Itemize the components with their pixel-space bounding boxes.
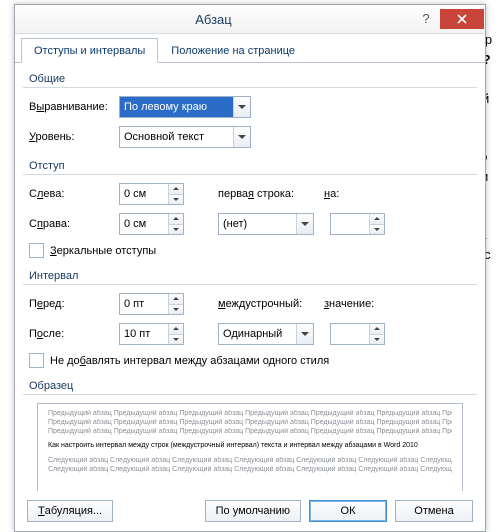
tabs: Отступы и интервалы Положение на страниц… <box>15 34 485 63</box>
mirror-indents-checkbox[interactable] <box>29 243 44 258</box>
tabs-button[interactable]: Табуляция... <box>27 500 113 522</box>
tab-indents[interactable]: Отступы и интервалы <box>21 38 158 63</box>
level-combo[interactable]: Основной текст <box>119 126 251 148</box>
tab-position[interactable]: Положение на странице <box>158 38 308 63</box>
indent-by-label: на: <box>324 188 394 200</box>
alignment-label: Выравнивание: <box>29 101 119 113</box>
alignment-combo[interactable]: По левому краю <box>119 96 251 118</box>
first-line-combo[interactable]: (нет) <box>218 213 314 235</box>
no-space-same-style-checkbox[interactable] <box>29 353 44 368</box>
indent-left-spin[interactable] <box>119 183 184 205</box>
mirror-indents-label: Зеркальные отступы <box>50 245 156 257</box>
group-spacing: Интервал <box>23 266 477 285</box>
spin-down-icon[interactable] <box>169 334 183 345</box>
spin-down-icon[interactable] <box>169 304 183 315</box>
indent-left-label: Слева: <box>29 188 119 200</box>
chevron-down-icon <box>233 97 250 117</box>
cancel-button[interactable]: Отмена <box>395 500 473 522</box>
spacing-at-label: значение: <box>324 298 394 310</box>
space-before-input[interactable] <box>120 294 168 314</box>
titlebar: Абзац ? <box>15 5 485 34</box>
spin-down-icon[interactable] <box>169 194 183 205</box>
help-button[interactable]: ? <box>412 9 440 29</box>
close-button[interactable] <box>440 9 484 29</box>
chevron-down-icon <box>233 127 250 147</box>
chevron-down-icon <box>296 214 313 234</box>
line-spacing-label: междустрочный: <box>218 298 308 310</box>
chevron-down-icon <box>296 324 313 344</box>
spin-down-icon[interactable] <box>370 224 384 235</box>
dialog-body: Общие Выравнивание: По левому краю Урове… <box>15 63 485 491</box>
spin-up-icon[interactable] <box>169 184 183 194</box>
ok-button[interactable]: ОК <box>309 500 387 522</box>
paragraph-dialog: Абзац ? Отступы и интервалы Положение на… <box>14 4 486 532</box>
spacing-at-input[interactable] <box>331 324 369 344</box>
spin-up-icon[interactable] <box>169 214 183 224</box>
indent-left-input[interactable] <box>120 184 168 204</box>
default-button[interactable]: По умолчанию <box>205 500 301 522</box>
space-before-spin[interactable] <box>119 293 184 315</box>
first-line-label: первая строка: <box>218 188 308 200</box>
group-preview: Образец <box>23 376 477 395</box>
space-after-label: После: <box>29 328 119 340</box>
indent-by-input[interactable] <box>331 214 369 234</box>
dialog-title: Абзац <box>15 12 412 27</box>
indent-right-input[interactable] <box>120 214 168 234</box>
no-space-same-style-label: Не добавлять интервал между абзацами одн… <box>50 355 329 367</box>
level-label: Уровень: <box>29 131 119 143</box>
indent-by-spin[interactable] <box>330 213 385 235</box>
close-icon <box>457 14 467 24</box>
space-after-input[interactable] <box>120 324 168 344</box>
dialog-footer: Табуляция... По умолчанию ОК Отмена <box>15 491 485 531</box>
indent-right-label: Справа: <box>29 218 119 230</box>
line-spacing-combo[interactable]: Одинарный <box>218 323 314 345</box>
spin-up-icon[interactable] <box>169 324 183 334</box>
space-after-spin[interactable] <box>119 323 184 345</box>
space-before-label: Перед: <box>29 298 119 310</box>
group-indent: Отступ <box>23 156 477 175</box>
preview-box: Предыдущий абзац Предыдущий абзац Предыд… <box>37 403 463 491</box>
group-general: Общие <box>23 69 477 88</box>
spacing-at-spin[interactable] <box>330 323 385 345</box>
spin-up-icon[interactable] <box>370 214 384 224</box>
spin-up-icon[interactable] <box>370 324 384 334</box>
spin-up-icon[interactable] <box>169 294 183 304</box>
indent-right-spin[interactable] <box>119 213 184 235</box>
spin-down-icon[interactable] <box>370 334 384 345</box>
spin-down-icon[interactable] <box>169 224 183 235</box>
